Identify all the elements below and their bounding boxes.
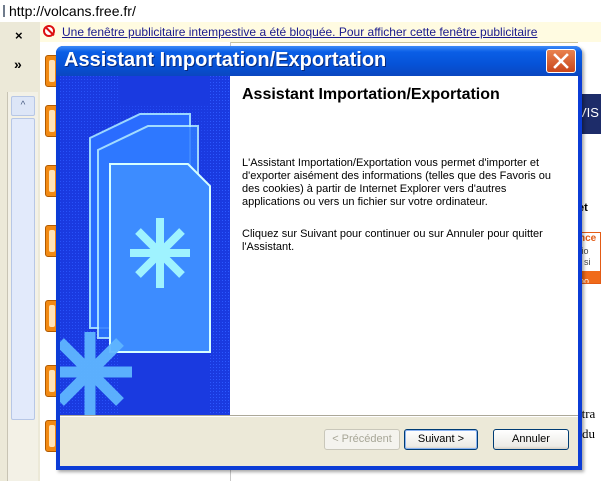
- sidebar-scrollbar[interactable]: ^: [7, 92, 38, 481]
- wizard-heading: Assistant Importation/Exportation: [242, 86, 500, 103]
- page-text-fragment: du: [582, 426, 595, 441]
- popup-blocked-infobar[interactable]: Une fenêtre publicitaire intempestive a …: [40, 22, 601, 43]
- close-icon: [553, 53, 569, 69]
- scroll-thumb[interactable]: [11, 118, 35, 420]
- address-divider: [3, 5, 5, 17]
- sidebar-close-icon[interactable]: ×: [15, 28, 23, 43]
- dialog-body: Assistant Importation/Exportation L'Assi…: [60, 76, 578, 466]
- explorer-sidebar-bar: × » ^: [0, 22, 41, 481]
- sidebar-expand-icon[interactable]: »: [14, 56, 22, 72]
- dialog-title: Assistant Importation/Exportation: [64, 49, 387, 71]
- wizard-graphic-panel: [60, 76, 230, 415]
- wizard-description: L'Assistant Importation/Exportation vous…: [242, 157, 552, 208]
- cancel-button[interactable]: Annuler: [493, 429, 569, 450]
- close-button[interactable]: [546, 49, 576, 73]
- dialog-titlebar[interactable]: Assistant Importation/Exportation: [56, 46, 582, 76]
- address-text[interactable]: http://volcans.free.fr/: [9, 3, 136, 19]
- infobar-text[interactable]: Une fenêtre publicitaire intempestive a …: [62, 25, 537, 39]
- previous-button[interactable]: < Précédent: [324, 429, 400, 450]
- import-export-wizard-dialog: Assistant Importation/Exportation Assist…: [56, 46, 582, 470]
- wizard-instructions: Cliquez sur Suivant pour continuer ou su…: [242, 228, 543, 253]
- wizard-folder-icon: [60, 76, 230, 415]
- popup-blocked-icon: [43, 25, 55, 37]
- next-button[interactable]: Suivant >: [404, 429, 478, 450]
- address-bar[interactable]: http://volcans.free.fr/: [0, 0, 601, 22]
- wizard-content-panel: Assistant Importation/Exportation L'Assi…: [230, 76, 578, 415]
- button-separator: [60, 415, 578, 417]
- scroll-up-button[interactable]: ^: [11, 96, 35, 116]
